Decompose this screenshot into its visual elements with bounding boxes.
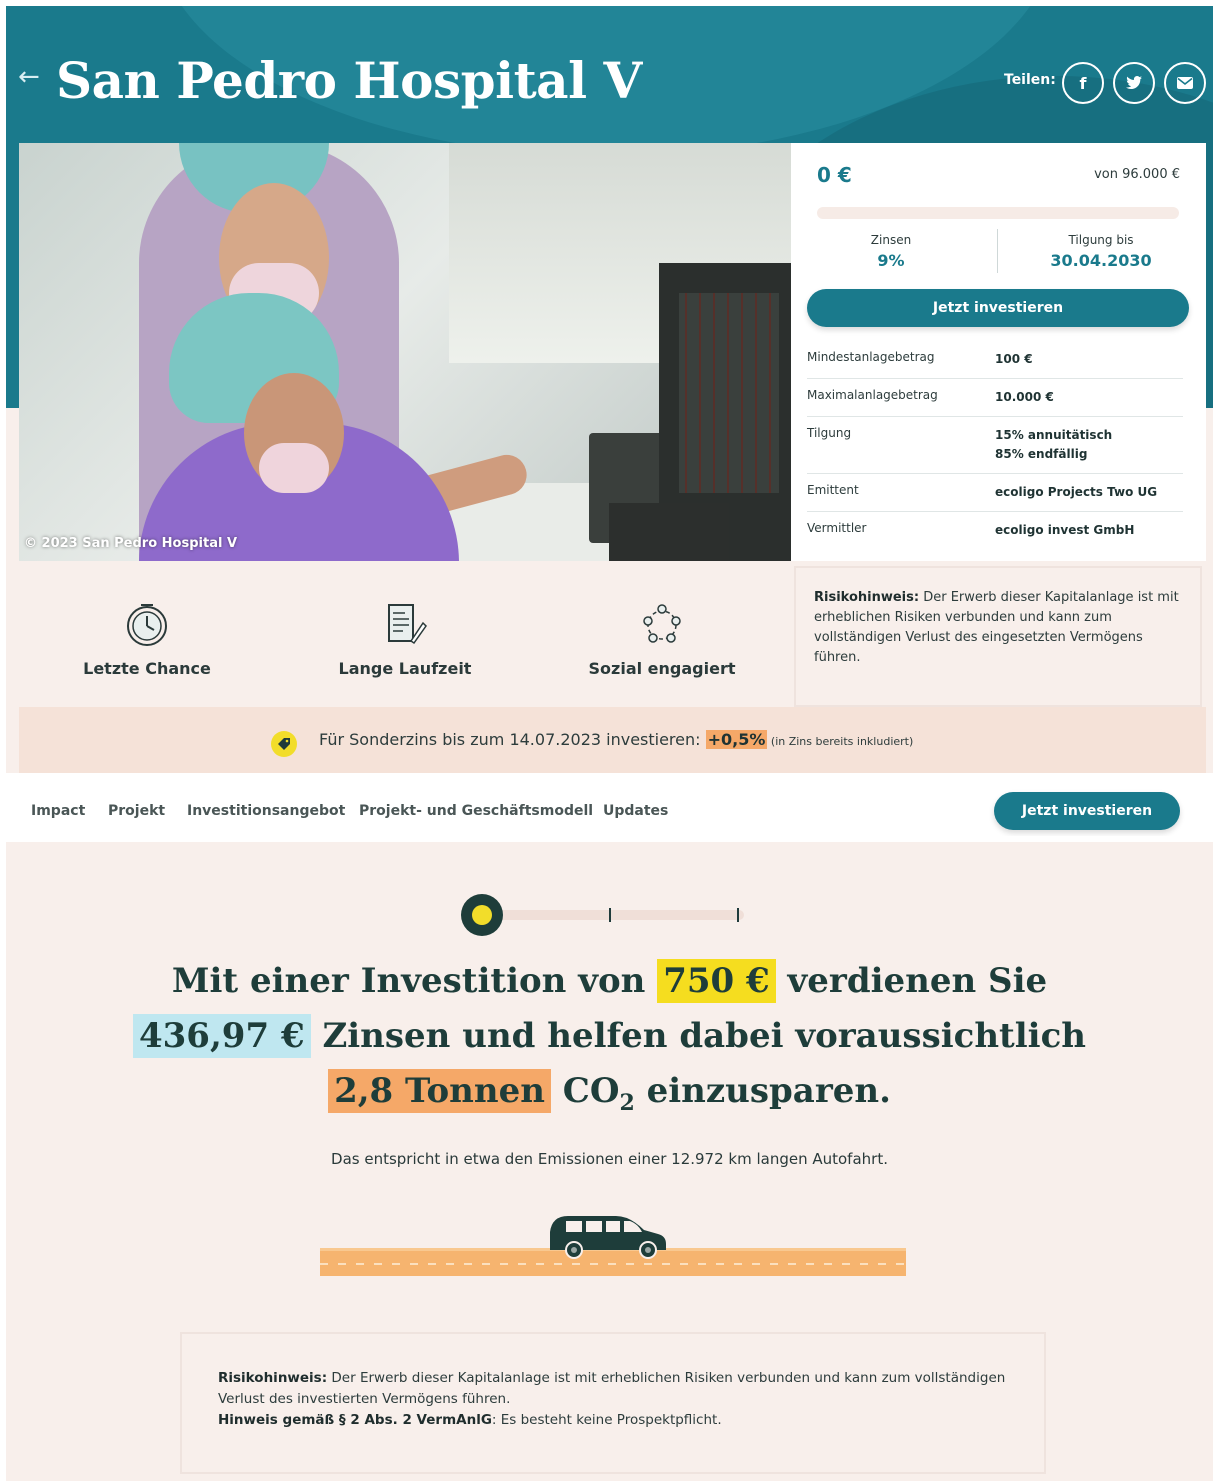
- impact-section: Mit einer Investition von 750 € verdiene…: [6, 842, 1213, 1481]
- co2-savings: 2,8 Tonnen: [328, 1069, 551, 1113]
- detail-key: Vermittler: [807, 521, 867, 535]
- risk-disclaimer: Risikohinweis: Der Erwerb dieser Kapital…: [180, 1332, 1046, 1474]
- mail-icon: [1177, 77, 1193, 89]
- section-nav: Impact Projekt Investitionsangebot Proje…: [6, 773, 1213, 836]
- detail-key: Mindestanlagebetrag: [807, 350, 935, 364]
- nav-item-investment-offer[interactable]: Investitionsangebot: [187, 803, 345, 819]
- repayment-value: 30.04.2030: [1050, 251, 1152, 270]
- interest-stat: Zinsen 9%: [791, 233, 991, 270]
- feature-item: Sozial engagiert: [537, 601, 787, 678]
- risk-notice: Risikohinweis: Der Erwerb dieser Kapital…: [794, 566, 1202, 707]
- detail-value: ecoligo invest GmbH: [995, 523, 1135, 537]
- feature-item: Letzte Chance: [22, 601, 272, 678]
- risk-notice-title: Risikohinweis:: [814, 590, 920, 605]
- detail-row: Tilgung 15% annuitätisch 85% endfällig: [807, 417, 1183, 474]
- detail-value: ecoligo Projects Two UG: [995, 485, 1158, 499]
- detail-value: 10.000 €: [995, 390, 1054, 404]
- funding-progress-bar: [817, 207, 1179, 219]
- project-header-section: ← San Pedro Hospital V Teilen: f © 2023 …: [6, 6, 1213, 836]
- project-photo: © 2023 San Pedro Hospital V: [19, 143, 791, 561]
- slider-tick: [609, 908, 611, 922]
- feature-label: Letzte Chance: [83, 659, 211, 678]
- document-icon: [388, 604, 427, 645]
- facebook-icon: f: [1079, 73, 1087, 93]
- investment-amount: 750 €: [657, 959, 776, 1003]
- back-arrow-icon[interactable]: ←: [18, 64, 40, 90]
- bonus-rate: +0,5%: [705, 730, 768, 749]
- nav-item-updates[interactable]: Updates: [603, 803, 668, 819]
- interest-amount: 436,97 €: [132, 1014, 311, 1058]
- feature-item: Lange Laufzeit: [280, 601, 530, 678]
- repayment-stat: Tilgung bis 30.04.2030: [1001, 233, 1201, 270]
- investment-details: Mindestanlagebetrag 100 € Maximalanlageb…: [807, 341, 1183, 549]
- stat-divider: [997, 229, 998, 273]
- repayment-label: Tilgung bis: [1068, 233, 1134, 247]
- nav-item-business-model[interactable]: Projekt- und Geschäftsmodell: [359, 803, 593, 819]
- clock-icon: [127, 604, 167, 646]
- detail-row: Emittent ecoligo Projects Two UG: [807, 474, 1183, 512]
- bonus-interest-text: Für Sonderzins bis zum 14.07.2023 invest…: [319, 730, 914, 749]
- detail-row: Maximalanlagebetrag 10.000 €: [807, 379, 1183, 417]
- bonus-interest-banner: Für Sonderzins bis zum 14.07.2023 invest…: [19, 707, 1206, 773]
- mail-share-button[interactable]: [1164, 62, 1206, 104]
- impact-headline: Mit einer Investition von 750 € verdiene…: [106, 954, 1113, 1131]
- detail-key: Maximalanlagebetrag: [807, 388, 938, 402]
- investment-slider-track[interactable]: [482, 910, 744, 920]
- detail-value: 100 €: [995, 352, 1033, 366]
- interest-label: Zinsen: [870, 233, 912, 247]
- investment-slider-handle[interactable]: [461, 894, 503, 936]
- page-title: San Pedro Hospital V: [56, 51, 642, 110]
- prospectus-note-text: : Es besteht keine Prospektpflicht.: [491, 1412, 722, 1428]
- detail-row: Vermittler ecoligo invest GmbH: [807, 512, 1183, 549]
- detail-row: Mindestanlagebetrag 100 €: [807, 341, 1183, 379]
- risk-disclaimer-text: Der Erwerb dieser Kapitalanlage ist mit …: [218, 1370, 1006, 1407]
- slider-tick: [737, 908, 739, 922]
- funding-target: von 96.000 €: [1094, 167, 1180, 182]
- nav-item-impact[interactable]: Impact: [31, 803, 85, 819]
- photo-caption: © 2023 San Pedro Hospital V: [24, 536, 238, 551]
- nav-invest-now-button[interactable]: Jetzt investieren: [994, 792, 1180, 830]
- tag-icon: [271, 731, 297, 757]
- invested-amount: 0 €: [817, 163, 852, 187]
- car-icon: [550, 1216, 666, 1259]
- feature-label: Sozial engagiert: [588, 659, 736, 678]
- detail-key: Emittent: [807, 483, 859, 497]
- prospectus-note-title: Hinweis gemäß § 2 Abs. 2 VermAnlG: [218, 1412, 492, 1428]
- twitter-share-button[interactable]: [1113, 62, 1155, 104]
- facebook-share-button[interactable]: f: [1062, 62, 1104, 104]
- share-label: Teilen:: [1004, 72, 1056, 88]
- detail-value: 15% annuitätisch 85% endfällig: [995, 428, 1113, 461]
- twitter-icon: [1126, 76, 1142, 89]
- community-icon: [643, 604, 681, 643]
- interest-value: 9%: [877, 251, 905, 270]
- risk-disclaimer-title: Risikohinweis:: [218, 1370, 328, 1386]
- bonus-note: (in Zins bereits inkludiert): [767, 735, 914, 748]
- invest-now-button[interactable]: Jetzt investieren: [807, 289, 1189, 327]
- nav-item-project[interactable]: Projekt: [108, 803, 165, 819]
- emission-equivalent: Das entspricht in etwa den Emissionen ei…: [331, 1150, 888, 1168]
- detail-key: Tilgung: [807, 426, 852, 440]
- feature-label: Lange Laufzeit: [338, 659, 472, 678]
- investment-card: 0 € von 96.000 € Zinsen 9% Tilgung bis 3…: [791, 143, 1206, 561]
- feature-list: Letzte Chance Lange Laufzeit Sozial enga…: [19, 561, 791, 707]
